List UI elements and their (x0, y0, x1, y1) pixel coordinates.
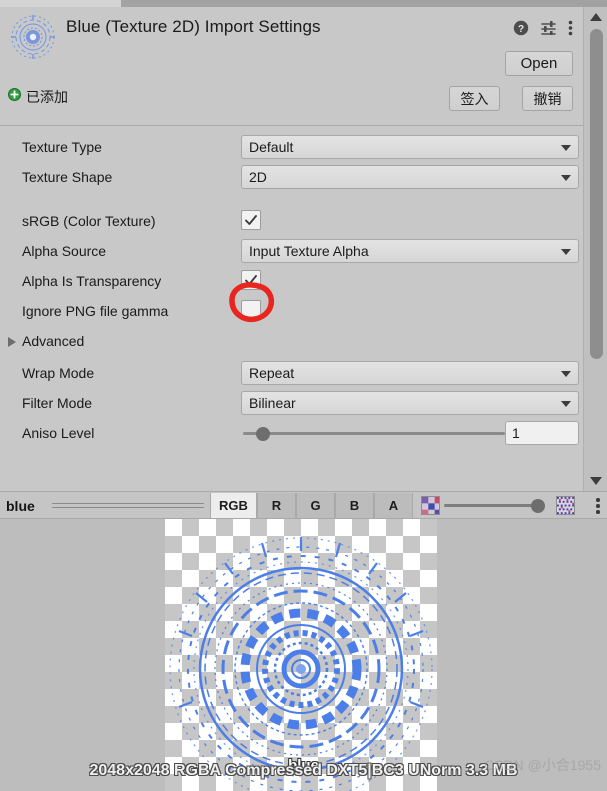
property-row-alpha-is-transparency: Alpha Is Transparency (0, 267, 583, 297)
property-label: Ignore PNG file gamma (22, 303, 169, 319)
scrollbar-thumb[interactable] (590, 29, 603, 359)
settings-sliders-icon[interactable] (540, 20, 557, 41)
aniso-level-value: 1 (512, 425, 520, 441)
texture-shape-dropdown[interactable]: 2D (241, 165, 579, 189)
filter-mode-dropdown[interactable]: Bilinear (241, 391, 579, 415)
property-row-aniso-level: Aniso Level 1 (0, 419, 583, 449)
preview-toolbar: blue RGB R G B A (0, 491, 607, 519)
preview-asset-name: blue (6, 498, 35, 514)
chevron-down-icon (561, 145, 571, 151)
mip-level-slider-track[interactable] (444, 504, 540, 507)
wrap-mode-dropdown[interactable]: Repeat (241, 361, 579, 385)
property-row-wrap-mode: Wrap Mode Repeat (0, 359, 583, 389)
preview-menu-icon[interactable] (596, 498, 600, 514)
header-icon-group: ? (513, 20, 573, 41)
property-label: Filter Mode (22, 395, 93, 411)
scroll-up-arrow-icon[interactable] (590, 13, 602, 21)
check-icon (245, 215, 257, 225)
property-label: Alpha Is Transparency (22, 273, 162, 289)
version-control-status-label: 已添加 (26, 89, 68, 105)
kebab-menu-icon[interactable] (568, 20, 573, 41)
channel-button-rgb[interactable]: RGB (210, 493, 257, 518)
property-label: Aniso Level (22, 425, 95, 441)
property-label: Texture Shape (22, 169, 113, 185)
mip-level-low-icon (421, 496, 440, 515)
channel-button-b[interactable]: B (335, 493, 374, 518)
scroll-down-arrow-icon[interactable] (590, 477, 602, 485)
advanced-foldout[interactable]: Advanced (0, 327, 583, 359)
property-row-alpha-source: Alpha Source Input Texture Alpha (0, 237, 583, 267)
aniso-level-slider-track[interactable] (243, 432, 505, 435)
srgb-checkbox[interactable] (241, 210, 261, 230)
check-icon (245, 275, 257, 285)
unity-inspector-window: Blue (Texture 2D) Import Settings ? Open… (0, 0, 607, 791)
property-list: Texture Type Default Texture Shape 2D sR… (0, 133, 583, 449)
mip-level-slider-thumb[interactable] (531, 499, 545, 513)
property-row-texture-type: Texture Type Default (0, 133, 583, 163)
open-button[interactable]: Open (505, 51, 573, 76)
inspector-header: Blue (Texture 2D) Import Settings ? Open (0, 7, 583, 76)
watermark-text: CSDN @小合1955 (484, 757, 601, 773)
version-control-status: 已添加 (8, 87, 68, 107)
property-label: sRGB (Color Texture) (22, 213, 156, 229)
channel-button-g[interactable]: G (296, 493, 335, 518)
channel-button-a[interactable]: A (374, 493, 413, 518)
alpha-source-dropdown[interactable]: Input Texture Alpha (241, 239, 579, 263)
tab-strip-empty (121, 0, 607, 7)
inspector-scrollbar[interactable] (583, 7, 607, 491)
dropdown-value: Input Texture Alpha (249, 243, 369, 259)
checkin-button[interactable]: 签入 (449, 86, 500, 111)
property-row-texture-shape: Texture Shape 2D (0, 163, 583, 193)
header-divider (0, 125, 583, 126)
ignore-png-gamma-checkbox[interactable] (241, 300, 261, 320)
chevron-right-icon (8, 337, 16, 347)
property-row-ignore-png-gamma: Ignore PNG file gamma (0, 297, 583, 327)
page-title: Blue (Texture 2D) Import Settings (66, 17, 321, 36)
inspector-panel: Blue (Texture 2D) Import Settings ? Open… (0, 7, 583, 491)
alpha-is-transparency-checkbox[interactable] (241, 270, 261, 290)
texture-type-dropdown[interactable]: Default (241, 135, 579, 159)
dropdown-value: 2D (249, 169, 267, 185)
property-label: Texture Type (22, 139, 102, 155)
dropdown-value: Bilinear (249, 395, 296, 411)
texture-preview-area: blue (0, 519, 607, 791)
aniso-level-input[interactable]: 1 (505, 421, 579, 445)
property-row-filter-mode: Filter Mode Bilinear (0, 389, 583, 419)
property-row-srgb: sRGB (Color Texture) (0, 207, 583, 237)
mip-level-high-icon (556, 496, 575, 515)
added-plus-icon (8, 88, 21, 106)
blue-hud-texture-thumbnail-icon (8, 12, 58, 62)
help-icon[interactable]: ? (513, 20, 529, 41)
dropdown-value: Default (249, 139, 294, 155)
tab-strip (0, 0, 607, 7)
revert-button[interactable]: 撤销 (522, 86, 573, 111)
chevron-down-icon (561, 371, 571, 377)
property-group-gap (0, 193, 583, 207)
dropdown-value: Repeat (249, 365, 295, 381)
chevron-down-icon (561, 401, 571, 407)
chevron-down-icon (561, 249, 571, 255)
toolbar-separator (52, 503, 204, 508)
channel-button-r[interactable]: R (257, 493, 296, 518)
tab-inspector[interactable] (0, 0, 121, 7)
advanced-foldout-label: Advanced (22, 333, 85, 349)
blue-hud-texture-preview (165, 519, 437, 791)
chevron-down-icon (561, 175, 571, 181)
svg-text:?: ? (518, 24, 524, 35)
property-label: Alpha Source (22, 243, 107, 259)
aniso-level-slider-thumb[interactable] (256, 427, 270, 441)
property-label: Wrap Mode (22, 365, 95, 381)
